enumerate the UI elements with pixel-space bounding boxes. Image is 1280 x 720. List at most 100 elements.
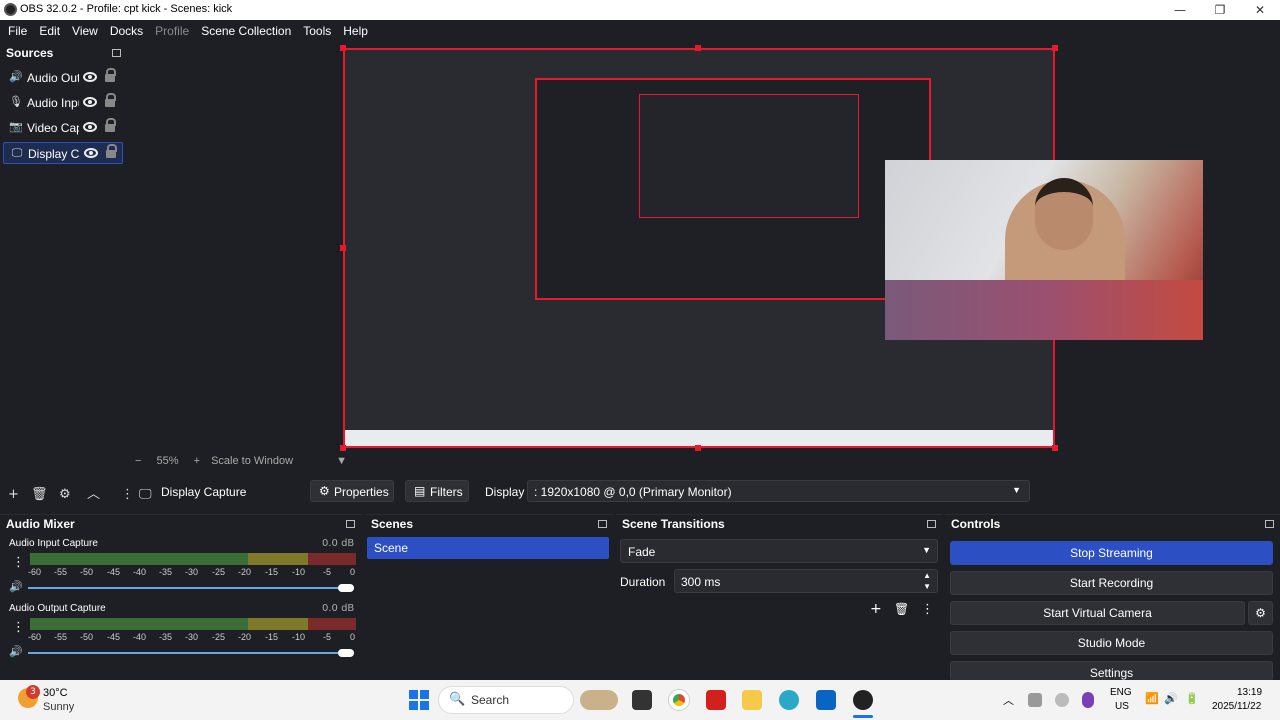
gear-icon[interactable]: ⚙ — [59, 488, 71, 502]
menu-scene-collection[interactable]: Scene Collection — [195, 20, 297, 42]
volume-slider[interactable] — [28, 587, 354, 589]
source-item-audio-input[interactable]: 🎙 Audio Input Capture — [3, 92, 123, 114]
studio-mode-button[interactable]: Studio Mode — [950, 631, 1273, 655]
minimize-button[interactable]: — — [1160, 0, 1200, 20]
transition-type-value: Fade — [628, 545, 656, 559]
menu-profile[interactable]: Profile — [149, 20, 195, 42]
add-transition-icon[interactable]: + — [870, 601, 882, 617]
menu-tools[interactable]: Tools — [297, 20, 337, 42]
start-recording-button[interactable]: Start Recording — [950, 571, 1273, 595]
resize-handle[interactable] — [340, 245, 346, 251]
tray-app-icon[interactable] — [1028, 693, 1042, 707]
volume-slider-knob[interactable] — [338, 649, 354, 657]
resize-handle[interactable] — [340, 45, 346, 51]
display-select-value: : 1920x1080 @ 0,0 (Primary Monitor) — [534, 485, 732, 499]
properties-button[interactable]: ⚙ Properties — [310, 480, 394, 502]
channel-level: 0.0 dB — [322, 538, 355, 549]
dock-float-icon[interactable] — [112, 49, 121, 57]
menu-help[interactable]: Help — [337, 20, 374, 42]
taskbar-search-box[interactable]: 🔍 Search — [438, 686, 574, 714]
trash-icon[interactable]: 🗑 — [31, 488, 48, 502]
chevron-up-icon[interactable]: ︿ — [1003, 692, 1014, 708]
selected-source-label: Display Capture — [161, 485, 247, 499]
lock-icon[interactable] — [105, 93, 116, 107]
resize-handle[interactable] — [695, 445, 701, 451]
clock-time[interactable]: 13:19 — [1237, 687, 1262, 698]
more-icon[interactable]: ⋮ — [12, 555, 25, 570]
maximize-button[interactable]: ❐ — [1200, 0, 1240, 20]
wifi-icon[interactable]: 📶 — [1145, 692, 1159, 705]
settings-button[interactable]: Settings — [950, 661, 1273, 681]
source-item-video-capture[interactable]: 📷 Video Capture Device — [3, 117, 123, 139]
display-select[interactable]: : 1920x1080 @ 0,0 (Primary Monitor) ▼ — [527, 480, 1030, 502]
virtual-camera-settings-button[interactable]: ⚙ — [1248, 601, 1273, 625]
speaker-icon[interactable]: 🔊 — [9, 580, 23, 593]
dock-float-icon[interactable] — [346, 520, 355, 528]
obs-taskbar-icon[interactable] — [853, 690, 873, 710]
visibility-eye-icon[interactable] — [83, 72, 97, 82]
start-virtual-camera-button[interactable]: Start Virtual Camera — [950, 601, 1245, 625]
zoom-out-button[interactable]: − — [135, 455, 141, 467]
chevron-down-icon[interactable]: ▼ — [336, 455, 347, 467]
more-icon[interactable]: ⋮ — [921, 602, 934, 617]
filters-icon: ▤ — [414, 484, 426, 498]
search-highlight-icon[interactable] — [580, 690, 618, 710]
scale-mode[interactable]: Scale to Window — [211, 455, 293, 467]
source-label: Video Capture Device — [27, 121, 79, 135]
menu-view[interactable]: View — [66, 20, 104, 42]
more-icon[interactable]: ⋮ — [121, 488, 134, 502]
dock-float-icon[interactable] — [598, 520, 607, 528]
lock-icon[interactable] — [105, 118, 116, 132]
close-button[interactable]: ✕ — [1240, 0, 1280, 20]
volume-slider-knob[interactable] — [338, 584, 354, 592]
tick-label: -15 — [265, 567, 279, 577]
lock-icon[interactable] — [105, 68, 116, 82]
volume-icon[interactable]: 🔊 — [1164, 692, 1178, 705]
nested-preview — [535, 78, 931, 300]
outlook-icon[interactable] — [816, 690, 836, 710]
filters-button[interactable]: ▤ Filters — [405, 480, 469, 502]
resize-handle[interactable] — [1052, 445, 1058, 451]
more-icon[interactable]: ⋮ — [12, 620, 25, 635]
acrobat-icon[interactable] — [706, 690, 726, 710]
transition-type-select[interactable]: Fade ▼ — [620, 539, 938, 563]
cloud-icon[interactable] — [1055, 693, 1069, 707]
zoom-level: 55% — [156, 455, 179, 467]
visibility-eye-icon[interactable] — [84, 148, 98, 158]
microphone-icon[interactable] — [1082, 692, 1094, 708]
resize-handle[interactable] — [340, 445, 346, 451]
stop-streaming-button[interactable]: Stop Streaming — [950, 541, 1273, 565]
source-item-audio-output[interactable]: 🔊 Audio Output Capture — [3, 67, 123, 89]
menu-file[interactable]: File — [2, 20, 33, 42]
meter-red — [308, 553, 356, 565]
resize-handle[interactable] — [1052, 45, 1058, 51]
spin-up-icon[interactable]: ▲ — [923, 571, 931, 580]
clipchamp-icon[interactable] — [779, 690, 799, 710]
language-indicator[interactable]: ENG — [1110, 687, 1132, 698]
source-item-display-capture[interactable]: 🖵 Display Capture — [3, 142, 123, 164]
chrome-icon[interactable] — [669, 690, 689, 710]
task-view-icon[interactable] — [632, 690, 652, 710]
visibility-eye-icon[interactable] — [83, 122, 97, 132]
duration-spinbox[interactable]: 300 ms ▲ ▼ — [674, 569, 938, 593]
windows-start-icon[interactable] — [409, 690, 429, 710]
zoom-in-button[interactable]: + — [194, 455, 200, 467]
trash-icon[interactable]: 🗑 — [894, 602, 909, 616]
menu-edit[interactable]: Edit — [33, 20, 66, 42]
battery-icon[interactable]: 🔋 — [1185, 692, 1199, 705]
volume-slider[interactable] — [28, 652, 354, 654]
menu-docks[interactable]: Docks — [104, 20, 149, 42]
resize-handle[interactable] — [695, 45, 701, 51]
visibility-eye-icon[interactable] — [83, 97, 97, 107]
lock-icon[interactable] — [106, 144, 117, 158]
dock-float-icon[interactable] — [1265, 520, 1274, 528]
duration-value: 300 ms — [681, 575, 721, 589]
add-source-icon[interactable]: + — [8, 488, 19, 502]
speaker-icon[interactable]: 🔊 — [9, 645, 23, 658]
tick-label: -5 — [323, 632, 332, 642]
file-explorer-icon[interactable] — [742, 690, 762, 710]
dock-float-icon[interactable] — [927, 520, 936, 528]
chevron-up-icon[interactable]: ︿ — [87, 488, 100, 502]
scene-item[interactable]: Scene — [367, 537, 609, 559]
spin-down-icon[interactable]: ▼ — [923, 582, 931, 591]
